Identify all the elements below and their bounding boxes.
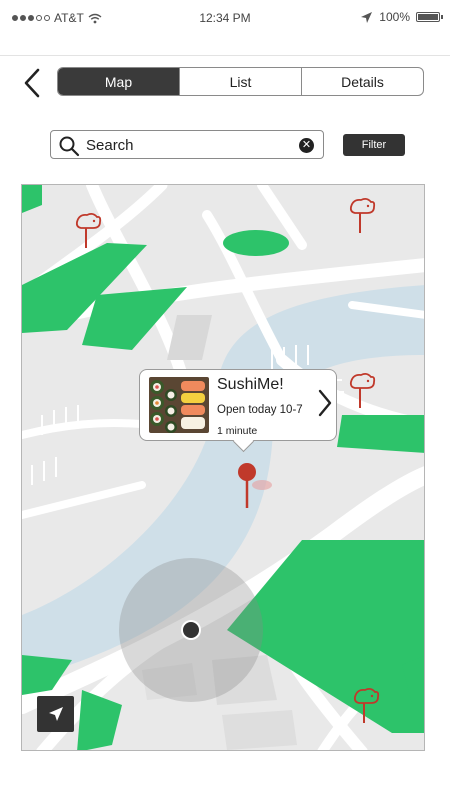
restaurant-pin-icon[interactable] [73,210,103,250]
chevron-right-icon[interactable] [317,388,333,418]
tab-map[interactable]: Map [58,68,179,95]
restaurant-pin-icon[interactable] [347,370,377,410]
restaurant-callout[interactable]: SushiMe! Open today 10-7 1 minute [139,369,337,453]
clear-search-icon[interactable]: ✕ [299,138,314,153]
search-box: ✕ [50,130,324,159]
header-divider [0,55,450,56]
map-base [22,185,424,750]
back-button[interactable] [20,66,48,100]
restaurant-pin-icon[interactable] [351,685,381,725]
chevron-left-icon [24,68,40,98]
battery-level [418,14,438,20]
search-icon [59,136,80,157]
restaurant-eta: 1 minute [217,425,258,437]
search-input[interactable] [86,134,286,156]
status-right: 100% [360,10,443,24]
map-view[interactable]: SushiMe! Open today 10-7 1 minute [21,184,425,751]
battery-percent: 100% [379,10,410,24]
sushi-photo [149,377,209,433]
filter-button[interactable]: Filter [343,134,405,156]
status-bar: AT&T 12:34 PM 100% [0,0,450,36]
navigation-arrow-icon [48,707,63,721]
restaurant-name: SushiMe! [217,376,284,393]
locate-me-button[interactable] [37,696,74,732]
battery-icon [416,12,443,22]
tab-list[interactable]: List [179,68,301,95]
location-arrow-icon [361,11,373,23]
restaurant-hours: Open today 10-7 [217,404,303,416]
user-location-icon [181,620,201,640]
selected-location-pin-icon[interactable] [235,462,259,512]
restaurant-pin-icon[interactable] [347,195,377,235]
tab-details[interactable]: Details [301,68,423,95]
view-segmented-control: Map List Details [57,67,424,96]
